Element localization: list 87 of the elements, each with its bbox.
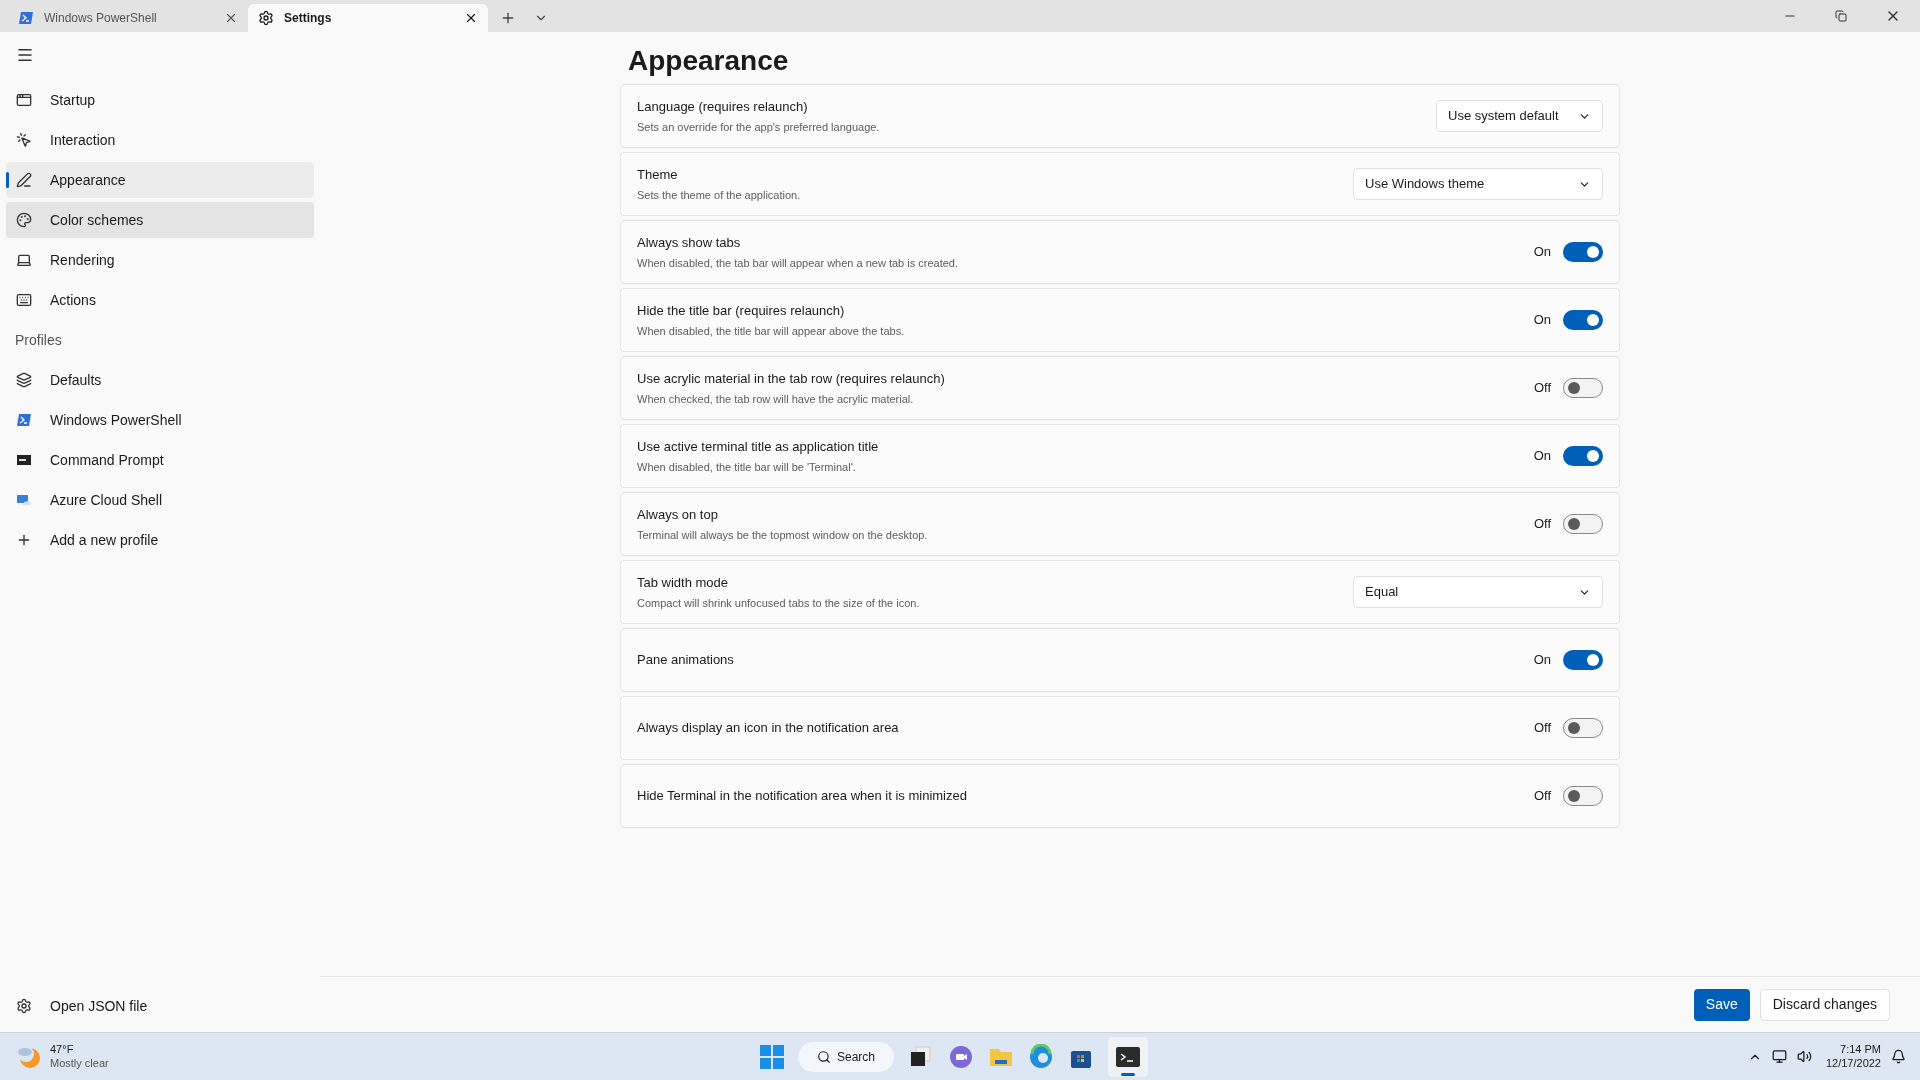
settings-icon: [16, 998, 32, 1014]
tab[interactable]: Settings: [248, 4, 488, 32]
search-button[interactable]: Search: [798, 1041, 894, 1072]
toggle-switch[interactable]: [1563, 786, 1603, 806]
setting-label: Use active terminal title as application title: [637, 437, 880, 456]
window-icon: [16, 92, 32, 108]
setting-label: Always on top: [637, 505, 719, 524]
nav-item[interactable]: Color schemes: [6, 202, 314, 238]
toggle-switch[interactable]: [1563, 514, 1603, 534]
nav-item[interactable]: Add a new profile: [6, 522, 314, 558]
setting-label: Theme: [637, 165, 679, 184]
selection-indicator: [6, 172, 9, 188]
toggle-state: Off: [1533, 787, 1551, 806]
setting-description: Terminal will always be the topmost window on the desktop.: [637, 528, 929, 543]
toggle-switch[interactable]: [1563, 718, 1603, 738]
notification-icon[interactable]: [1891, 1049, 1906, 1064]
keyboard-icon: [16, 292, 32, 308]
setting-description: Sets the theme of the application.: [637, 188, 802, 203]
restore-icon[interactable]: [1835, 10, 1847, 22]
dropdown[interactable]: Use system default: [1436, 100, 1603, 132]
toggle-switch[interactable]: [1563, 378, 1603, 398]
nav-item[interactable]: Command Prompt: [6, 442, 314, 478]
nav-item[interactable]: Rendering: [6, 242, 314, 278]
setting-description: Compact will shrink unfocused tabs to the size of the icon.: [637, 596, 921, 611]
clock-date: 12/17/2022: [1825, 1056, 1881, 1071]
new-tab-icon[interactable]: [500, 10, 516, 26]
save-button[interactable]: Save: [1693, 988, 1750, 1021]
setting-label: Pane animations: [637, 651, 735, 670]
nav-item[interactable]: Appearance: [6, 162, 314, 198]
toggle-state: Off: [1533, 719, 1551, 738]
toggle-state: On: [1533, 311, 1551, 330]
setting-description: When checked, the tab row will have the acrylic material.: [637, 392, 915, 407]
toggle-state: On: [1533, 651, 1551, 670]
menu-icon[interactable]: [16, 46, 34, 64]
network-icon[interactable]: [1771, 1049, 1787, 1064]
toggle-state: Off: [1533, 379, 1551, 398]
temperature: 47°F: [50, 1042, 75, 1057]
toggle-switch[interactable]: [1563, 650, 1603, 670]
setting-label: Always show tabs: [637, 233, 742, 252]
nav-item[interactable]: Azure Cloud Shell: [6, 482, 314, 518]
setting-description: When disabled, the title bar will appear above the tabs.: [637, 324, 906, 339]
setting-label: Hide the title bar (requires relaunch): [637, 301, 846, 320]
clock-time: 7:14 PM: [1840, 1042, 1881, 1057]
pointer-icon: [16, 132, 32, 148]
section-heading: Profiles: [14, 330, 63, 350]
setting-description: When disabled, the title bar will be 'Terminal'.: [637, 460, 857, 475]
weather-condition: Mostly clear: [50, 1056, 109, 1071]
setting-description: When disabled, the tab bar will appear when a new tab is created.: [637, 256, 960, 271]
dropdown[interactable]: Use Windows theme: [1353, 168, 1603, 200]
setting-label: Always display an icon in the notification area: [637, 719, 900, 738]
layers-icon: [16, 372, 32, 388]
plus-icon: [16, 532, 32, 548]
nav-item[interactable]: Actions: [6, 282, 314, 318]
toggle-state: On: [1533, 243, 1551, 262]
setting-label: Tab width mode: [637, 573, 730, 592]
toggle-switch[interactable]: [1563, 310, 1603, 330]
terminal-icon: [18, 10, 34, 26]
dropdown[interactable]: Equal: [1353, 576, 1603, 608]
setting-label: Hide Terminal in the notification area when it is minimized: [637, 787, 968, 806]
laptop-icon: [16, 252, 32, 268]
nav-item[interactable]: Defaults: [6, 362, 314, 398]
start-icon[interactable]: [760, 1044, 784, 1069]
toggle-state: Off: [1533, 515, 1551, 534]
pen-icon: [16, 172, 32, 188]
terminal-icon: [16, 412, 32, 428]
terminal-app-icon[interactable]: [1108, 1036, 1148, 1077]
toggle-switch[interactable]: [1563, 446, 1603, 466]
tab[interactable]: Windows PowerShell: [8, 4, 248, 32]
terminal-icon: [16, 452, 32, 468]
nav-item[interactable]: Startup: [6, 82, 314, 118]
toggle-switch[interactable]: [1563, 242, 1603, 262]
chat-icon[interactable]: [948, 1043, 974, 1070]
palette-icon: [16, 212, 32, 228]
close-icon[interactable]: [464, 11, 478, 25]
settings-icon: [258, 10, 274, 26]
setting-label: Use acrylic material in the tab row (requires relaunch): [637, 369, 946, 388]
nav-item[interactable]: Windows PowerShell: [6, 402, 314, 438]
discard-button[interactable]: Discard changes: [1759, 988, 1890, 1021]
page-title: Appearance: [628, 44, 790, 78]
setting-description: Sets an override for the app's preferred language.: [637, 120, 881, 135]
toggle-state: On: [1533, 447, 1551, 466]
search-icon: [817, 1049, 831, 1064]
nav-item[interactable]: Interaction: [6, 122, 314, 158]
nav-item[interactable]: Open JSON file: [6, 988, 314, 1024]
cloud-terminal-icon: [16, 492, 32, 508]
setting-label: Language (requires relaunch): [637, 97, 809, 116]
volume-icon[interactable]: [1796, 1049, 1812, 1064]
